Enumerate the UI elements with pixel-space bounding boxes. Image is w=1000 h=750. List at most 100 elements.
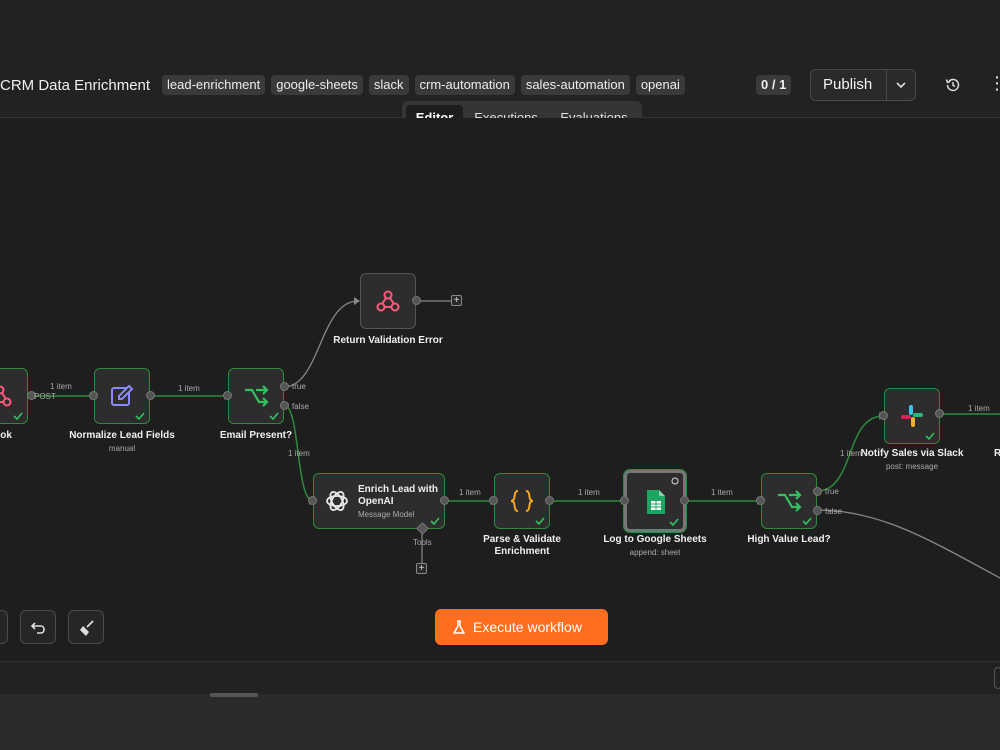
top-blank-area: [0, 0, 1000, 58]
port-enrich-in[interactable]: [308, 496, 317, 505]
tag-list: lead-enrichment google-sheets slack crm-…: [162, 75, 685, 95]
slack-icon: [901, 405, 923, 427]
edge-label-item: 1 item: [288, 449, 310, 458]
node-webhook[interactable]: [0, 368, 28, 424]
success-check-icon: [13, 412, 23, 420]
edge-label-tools: Tools: [413, 538, 432, 547]
add-tool-button[interactable]: +: [416, 563, 427, 574]
node-enrich-label-1: Enrich Lead with: [358, 484, 439, 495]
node-sheets-sub: append: sheet: [629, 548, 681, 557]
port-sheets-in[interactable]: [620, 496, 629, 505]
port-error-out[interactable]: [412, 296, 421, 305]
port-highvalue-true[interactable]: [813, 487, 822, 496]
edge-label-item: 1 item: [50, 382, 72, 391]
node-enrich-sub: Message Model: [358, 510, 415, 519]
success-check-icon: [269, 412, 279, 420]
code-braces-icon: [510, 490, 534, 512]
edge-label-item: 1 item: [459, 488, 481, 497]
branch-icon: [778, 490, 802, 512]
execute-workflow-button[interactable]: Execute workflow: [435, 609, 608, 645]
edge-label-item: 1 item: [578, 488, 600, 497]
node-email-label: Email Present?: [219, 430, 293, 441]
edge-label-item: 1 item: [711, 488, 733, 497]
workflow-canvas[interactable]: hook 1 item POST Normalize Lead Fields m…: [0, 118, 1000, 661]
success-check-icon: [802, 517, 812, 525]
port-enrich-out[interactable]: [440, 496, 449, 505]
node-slack-sub: post: message: [885, 462, 939, 471]
port-slack-out[interactable]: [935, 409, 944, 418]
tag-lead-enrichment[interactable]: lead-enrichment: [162, 75, 266, 95]
node-slack-label: Notify Sales via Slack: [860, 448, 964, 459]
port-sheets-out[interactable]: [680, 496, 689, 505]
node-normalize-lead-fields[interactable]: [94, 368, 150, 424]
add-node-button[interactable]: +: [451, 295, 462, 306]
publish-divider: [886, 70, 887, 100]
edge-label-false: false: [292, 402, 309, 411]
undo-button[interactable]: [20, 610, 56, 644]
undo-icon: [30, 622, 45, 634]
openai-icon: [326, 491, 348, 511]
edge-label-false: false: [825, 507, 842, 516]
tag-sales-automation[interactable]: sales-automation: [520, 75, 630, 95]
success-check-icon: [135, 412, 145, 420]
port-normalize-in[interactable]: [89, 391, 98, 400]
branch-icon: [245, 385, 269, 407]
success-check-icon: [535, 517, 545, 525]
edge-label-true: true: [825, 487, 839, 496]
port-highvalue-false[interactable]: [813, 506, 822, 515]
tag-google-sheets[interactable]: google-sheets: [271, 75, 363, 95]
node-high-value-lead[interactable]: [761, 473, 817, 529]
node-highvalue-label: High Value Lead?: [747, 534, 831, 545]
node-error-label: Return Validation Error: [333, 335, 443, 346]
node-return-validation-error[interactable]: [360, 273, 416, 329]
node-notify-slack[interactable]: [884, 388, 940, 444]
history-icon[interactable]: [944, 76, 962, 94]
node-google-sheets[interactable]: [623, 469, 687, 533]
execute-workflow-label: Execute workflow: [473, 619, 582, 635]
port-parse-out[interactable]: [545, 496, 554, 505]
publish-button[interactable]: Publish: [810, 69, 916, 101]
more-options-icon[interactable]: ⋮: [988, 74, 1000, 92]
logs-panel: [0, 694, 1000, 750]
port-normalize-out[interactable]: [146, 391, 155, 400]
success-check-icon: [669, 518, 679, 526]
webhook-icon: [376, 290, 400, 312]
success-check-icon: [430, 517, 440, 525]
broom-icon: [80, 620, 94, 636]
node-normalize-sub: manual: [108, 444, 136, 453]
node-cut-label: R: [994, 448, 1000, 459]
tag-slack[interactable]: slack: [368, 75, 409, 95]
edge-label-true: true: [292, 382, 306, 391]
refresh-icon[interactable]: [671, 477, 679, 485]
chevron-down-icon[interactable]: [895, 79, 907, 91]
version-counter: 0 / 1: [756, 75, 792, 95]
webhook-icon: [0, 385, 12, 407]
edge-label-item: 1 item: [968, 404, 990, 413]
pencil-icon: [111, 384, 134, 406]
flask-icon: [453, 620, 465, 634]
node-email-present[interactable]: [228, 368, 284, 424]
node-parse-validate[interactable]: [494, 473, 550, 529]
edge-label-post: POST: [34, 392, 56, 401]
workflow-title[interactable]: CRM Data Enrichment: [0, 77, 150, 94]
zoom-control-button[interactable]: [0, 610, 8, 644]
port-email-in[interactable]: [223, 391, 232, 400]
node-enrich-label-2: OpenAI: [358, 496, 394, 507]
tag-crm-automation[interactable]: crm-automation: [414, 75, 515, 95]
clean-up-button[interactable]: [68, 610, 104, 644]
resize-handle[interactable]: [210, 693, 258, 697]
port-parse-in[interactable]: [489, 496, 498, 505]
success-check-icon: [925, 432, 935, 440]
port-email-false[interactable]: [280, 401, 289, 410]
edge-label-item: 1 item: [178, 384, 200, 393]
publish-label: Publish: [823, 76, 873, 93]
port-slack-in[interactable]: [879, 411, 888, 420]
google-sheets-icon: [647, 490, 665, 514]
port-email-true[interactable]: [280, 382, 289, 391]
tag-openai[interactable]: openai: [635, 75, 685, 95]
node-enrich-openai[interactable]: Enrich Lead with OpenAI Message Model: [313, 473, 445, 529]
connection-lines: [32, 297, 1000, 579]
panel-toggle-button[interactable]: [994, 667, 1000, 689]
port-highvalue-in[interactable]: [756, 496, 765, 505]
bottom-panel-bar: [0, 661, 1000, 695]
